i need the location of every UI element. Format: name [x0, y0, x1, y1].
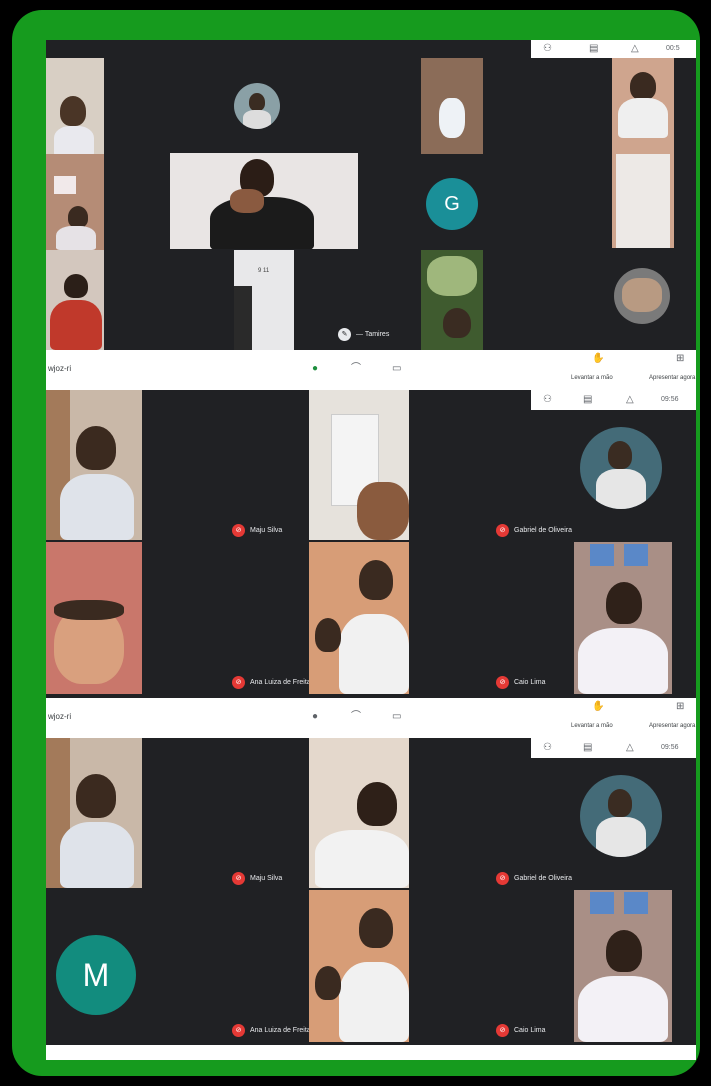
- mic-off-icon: ⊘: [232, 676, 245, 689]
- mic-off-icon: ⊘: [496, 524, 509, 537]
- present-icon[interactable]: ⊞: [676, 354, 684, 364]
- top-status-bar: ⚇ ▤ △ 09:56: [531, 738, 696, 758]
- participant-avatar-g: G: [426, 178, 478, 230]
- meeting-code[interactable]: wjoz-ri: [48, 712, 71, 721]
- chat-icon[interactable]: ▤: [583, 743, 592, 753]
- chat-icon[interactable]: ▤: [589, 44, 598, 54]
- mic-off-icon: ⊘: [496, 1024, 509, 1037]
- camera-icon[interactable]: ▭: [392, 712, 401, 722]
- activities-icon[interactable]: △: [631, 44, 639, 54]
- video-tile[interactable]: [309, 890, 409, 1042]
- people-icon[interactable]: ⚇: [543, 743, 552, 753]
- video-tile[interactable]: [46, 154, 104, 250]
- presenter-label: ✎ — Tamires: [338, 328, 389, 341]
- people-icon[interactable]: ⚇: [543, 44, 552, 54]
- participant-avatar: [580, 427, 662, 509]
- present-label[interactable]: Apresentar agora: [649, 723, 695, 729]
- control-bar: wjoz-ri ● ⌒ ▭ ✋ Levantar a mão ⊞ Apresen…: [46, 698, 696, 738]
- bottom-bar-fragment: [46, 1045, 696, 1060]
- participant-avatar: [580, 775, 662, 857]
- video-tile[interactable]: [574, 890, 672, 1042]
- video-tile[interactable]: [46, 738, 142, 888]
- participant-avatar: [234, 83, 280, 129]
- top-status-bar: ⚇ ▤ △ 09:56: [531, 390, 696, 410]
- video-tile[interactable]: [574, 542, 672, 694]
- video-tile[interactable]: [421, 58, 483, 154]
- mic-off-icon: ⊘: [496, 676, 509, 689]
- presenting-icon: ✎: [338, 328, 351, 341]
- time: 09:56: [661, 744, 679, 751]
- mic-off-icon: ⊘: [232, 1024, 245, 1037]
- mic-off-icon: ⊘: [232, 524, 245, 537]
- end-call-icon[interactable]: ⌒: [351, 712, 361, 722]
- meet-screenshot-3: ⚇ ▤ △ 09:56 ⊘ Maju Silva ⊘ Gabriel de Ol…: [46, 738, 696, 1043]
- video-tile[interactable]: [46, 250, 104, 350]
- activities-icon[interactable]: △: [626, 395, 634, 405]
- participant-label: ⊘ Gabriel de Oliveira: [496, 872, 572, 885]
- participant-label: ⊘ Maju Silva: [232, 524, 282, 537]
- screenshots-collage: ⚇ ▤ △ 00:5 9 11 ✎ — Tamires G wjoz-ri ● …: [46, 40, 696, 1060]
- video-tile[interactable]: [46, 390, 142, 540]
- mic-icon[interactable]: ●: [312, 712, 318, 722]
- activities-icon[interactable]: △: [626, 743, 634, 753]
- video-tile[interactable]: [46, 542, 142, 694]
- mic-off-icon: ⊘: [496, 872, 509, 885]
- video-tile[interactable]: 9 11: [234, 250, 294, 350]
- video-tile[interactable]: [612, 58, 674, 248]
- participant-label: ⊘ Ana Luiza de Freitas: [232, 676, 314, 689]
- meet-screenshot-2: ⚇ ▤ △ 09:56 ⊘ Maju Silva ⊘ Gabriel de Ol…: [46, 390, 696, 695]
- participant-label: ⊘ Maju Silva: [232, 872, 282, 885]
- chat-icon[interactable]: ▤: [583, 395, 592, 405]
- participant-label: ⊘ Caio Lima: [496, 676, 546, 689]
- camera-icon[interactable]: ▭: [392, 364, 401, 374]
- meet-screenshot-1: ⚇ ▤ △ 00:5 9 11 ✎ — Tamires G: [46, 40, 696, 350]
- video-tile[interactable]: [309, 738, 409, 888]
- meeting-code[interactable]: wjoz-ri: [48, 364, 71, 373]
- participant-avatar-m: M: [56, 935, 136, 1015]
- raise-hand-label[interactable]: Levantar a mão: [571, 375, 613, 381]
- mic-icon[interactable]: ●: [312, 364, 318, 374]
- presenter-video[interactable]: [170, 153, 358, 249]
- participant-avatar: [614, 268, 670, 324]
- time: 09:56: [661, 396, 679, 403]
- mic-off-icon: ⊘: [232, 872, 245, 885]
- video-tile[interactable]: [421, 250, 483, 350]
- time-fragment: 00:5: [666, 45, 680, 52]
- video-tile[interactable]: [309, 542, 409, 694]
- raise-hand-icon[interactable]: ✋: [592, 354, 604, 364]
- video-tile[interactable]: [309, 390, 409, 540]
- end-call-icon[interactable]: ⌒: [351, 364, 361, 374]
- participant-label: ⊘ Caio Lima: [496, 1024, 546, 1037]
- raise-hand-icon[interactable]: ✋: [592, 702, 604, 712]
- present-label[interactable]: Apresentar agora: [649, 375, 695, 381]
- top-status-bar: ⚇ ▤ △ 00:5: [531, 40, 696, 58]
- participant-label: ⊘ Ana Luiza de Freitas: [232, 1024, 314, 1037]
- video-tile[interactable]: [46, 58, 104, 154]
- people-icon[interactable]: ⚇: [543, 395, 552, 405]
- raise-hand-label[interactable]: Levantar a mão: [571, 723, 613, 729]
- control-bar: wjoz-ri ● ⌒ ▭ ✋ Levantar a mão ⊞ Apresen…: [46, 350, 696, 390]
- participant-label: ⊘ Gabriel de Oliveira: [496, 524, 572, 537]
- present-icon[interactable]: ⊞: [676, 702, 684, 712]
